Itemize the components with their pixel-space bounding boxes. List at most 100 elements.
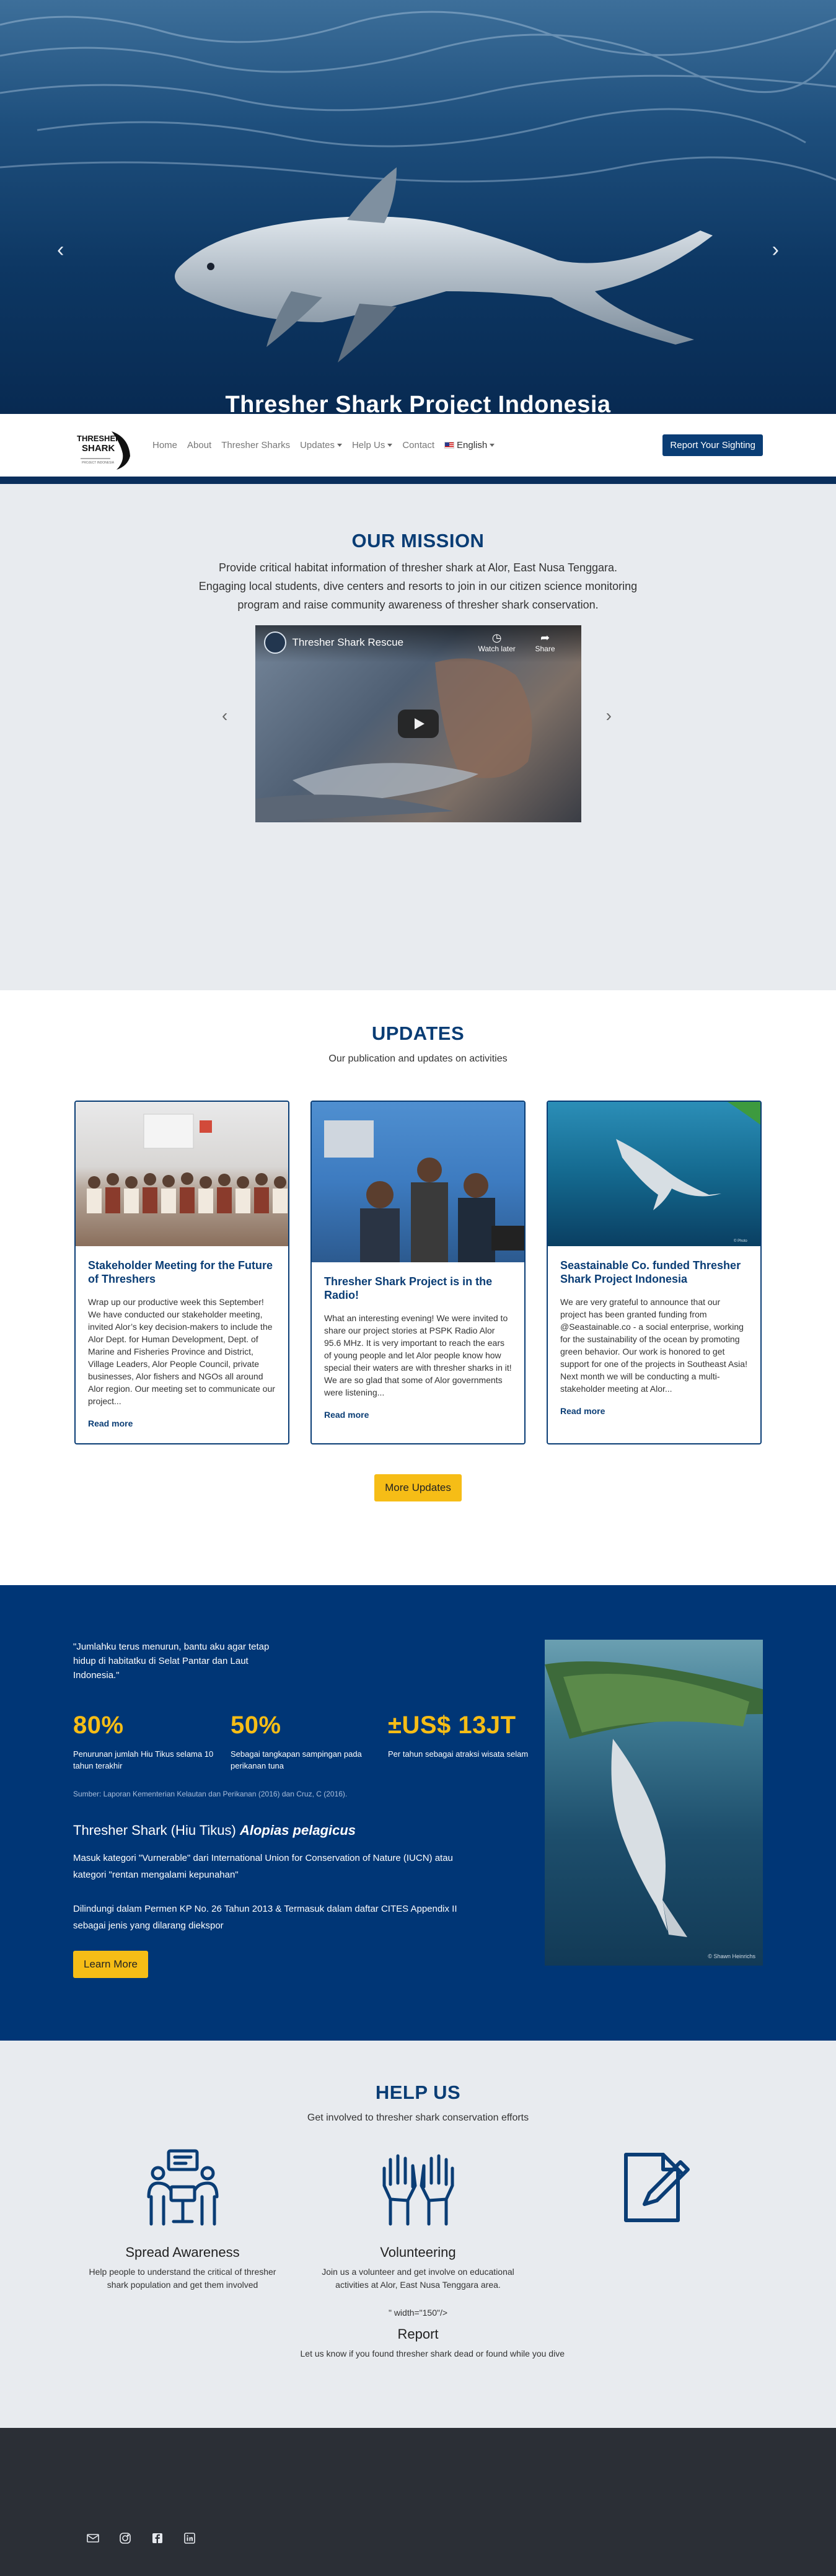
- stat-description: Penurunan jumlah Hiu Tikus selama 10 tah…: [73, 1749, 214, 1770]
- stats-source: Sumber: Laporan Kementerian Kelautan dan…: [73, 1790, 348, 1798]
- update-card-text: We are very grateful to announce that ou…: [560, 1297, 747, 1394]
- help-us-section: HELP US Get involved to thresher shark c…: [0, 2041, 836, 2428]
- more-updates-button[interactable]: More Updates: [374, 1474, 462, 1501]
- update-card: © Photo Seastainable Co. funded Thresher…: [547, 1101, 762, 1444]
- uk-flag-icon: [444, 442, 455, 449]
- mission-prev-arrow-icon[interactable]: ‹: [222, 706, 227, 726]
- instagram-icon[interactable]: [119, 2532, 131, 2544]
- stat-item: 80% Penurunan jumlah Hiu Tikus selama 10…: [73, 1712, 216, 1772]
- mission-text: Provide critical habitat information of …: [198, 561, 638, 611]
- language-label: English: [457, 440, 488, 451]
- read-more-link[interactable]: Read more: [324, 1410, 369, 1420]
- stakeholder-meeting-photo: [76, 1102, 288, 1246]
- updates-section: UPDATES Our publication and updates on a…: [0, 990, 836, 1585]
- update-card: Thresher Shark Project is in the Radio! …: [310, 1101, 526, 1444]
- nav-contact-label: Contact: [402, 440, 435, 451]
- hero-prev-arrow-icon[interactable]: ‹: [57, 238, 64, 262]
- site-footer: [0, 2428, 836, 2576]
- help-item-report[interactable]: [536, 2147, 772, 2358]
- main-navbar: THRESHER SHARK PROJECT INDONESIA Home Ab…: [0, 414, 836, 487]
- radio-studio-photo: [312, 1102, 524, 1262]
- help-item-title: Report: [397, 2326, 439, 2342]
- nav-help-us-dropdown[interactable]: Help Us: [347, 435, 397, 455]
- hero-next-arrow-icon[interactable]: ›: [772, 238, 779, 262]
- underwater-shark-photo: © Photo: [548, 1102, 760, 1246]
- photo-credit: © Shawn Heinrichs: [708, 1953, 755, 1959]
- nav-updates-dropdown[interactable]: Updates: [295, 435, 347, 455]
- hero-carousel: ‹ › Thresher Shark Project Indonesia: [0, 0, 836, 414]
- watch-later-button[interactable]: ◷ Watch later: [478, 631, 516, 653]
- update-card-text: Wrap up our productive week this Septemb…: [88, 1297, 275, 1406]
- raised-hands-icon: [382, 2154, 454, 2226]
- stat-item: ±US$ 13JT Per tahun sebagai atraksi wisa…: [388, 1712, 530, 1760]
- shark-quote: "Jumlahku terus menurun, bantu aku agar …: [73, 1642, 270, 1681]
- help-title: HELP US: [375, 2081, 461, 2103]
- update-card-text: What an interesting evening! We were inv…: [324, 1313, 512, 1397]
- presentation-icon: [147, 2149, 218, 2226]
- site-logo[interactable]: THRESHER SHARK PROJECT INDONESIA: [73, 419, 135, 472]
- help-item-title: Volunteering: [380, 2244, 456, 2260]
- share-icon: ➦: [540, 631, 550, 644]
- report-pen-icon: [623, 2153, 690, 2222]
- share-button[interactable]: ➦ Share: [535, 631, 555, 653]
- video-title[interactable]: Thresher Shark Rescue: [293, 636, 404, 649]
- protection-status: Dilindungi dalam Permen KP No. 26 Tahun …: [73, 1904, 457, 1931]
- svg-text:© Photo: © Photo: [734, 1239, 747, 1243]
- stat-description: Sebagai tangkapan sampingan pada perikan…: [231, 1749, 362, 1770]
- iucn-status: Masuk kategori "Vurnerable" dari Interna…: [73, 1853, 453, 1880]
- report-sighting-button[interactable]: Report Your Sighting: [662, 434, 763, 456]
- help-subtitle: Get involved to thresher shark conservat…: [307, 2112, 529, 2123]
- help-item-desc: Help people to understand the critical o…: [89, 2267, 276, 2290]
- svg-text:PROJECT INDONESIA: PROJECT INDONESIA: [82, 461, 115, 465]
- help-item-spread-awareness[interactable]: Spread Awareness Help people to understa…: [65, 2147, 301, 2358]
- nav-home[interactable]: Home: [147, 435, 182, 455]
- watch-later-label: Watch later: [478, 644, 516, 653]
- update-card-title[interactable]: Stakeholder Meeting for the Future of Th…: [88, 1259, 276, 1286]
- share-label: Share: [535, 644, 555, 653]
- stat-number: 50%: [231, 1712, 281, 1739]
- language-dropdown[interactable]: English: [439, 435, 499, 455]
- help-item-desc: Let us know if you found thresher shark …: [300, 2349, 565, 2358]
- caret-down-icon: [387, 444, 393, 447]
- update-card-title[interactable]: Seastainable Co. funded Thresher Shark P…: [560, 1259, 748, 1286]
- linkedin-icon[interactable]: [183, 2532, 196, 2544]
- stats-section: "Jumlahku terus menurun, bantu aku agar …: [0, 1585, 836, 2041]
- nav-contact[interactable]: Contact: [397, 435, 439, 455]
- facebook-icon[interactable]: [151, 2532, 164, 2544]
- nav-home-label: Home: [152, 440, 178, 451]
- nav-about[interactable]: About: [182, 435, 216, 455]
- clock-icon: ◷: [491, 631, 502, 644]
- species-common-name: Thresher Shark (Hiu Tikus): [73, 1822, 236, 1838]
- updates-title: UPDATES: [371, 1022, 465, 1044]
- svg-text:SHARK: SHARK: [82, 443, 115, 454]
- updates-subtitle: Our publication and updates on activitie…: [328, 1053, 508, 1064]
- nav-thresher-sharks[interactable]: Thresher Sharks: [216, 435, 295, 455]
- caret-down-icon: [490, 444, 495, 447]
- stray-markup-text: " width="150"/>: [388, 2308, 448, 2318]
- mission-next-arrow-icon[interactable]: ›: [606, 706, 612, 726]
- help-item-volunteering[interactable]: Volunteering Join us a volunteer and get…: [300, 2147, 565, 2358]
- stat-number: ±US$ 13JT: [388, 1712, 516, 1739]
- help-item-title: Spread Awareness: [125, 2244, 240, 2260]
- read-more-link[interactable]: Read more: [88, 1418, 133, 1428]
- hero-title: Thresher Shark Project Indonesia: [225, 392, 611, 414]
- mission-title: OUR MISSION: [351, 530, 485, 552]
- stat-number: 80%: [73, 1712, 124, 1739]
- mail-icon[interactable]: [87, 2532, 99, 2544]
- update-card: Stakeholder Meeting for the Future of Th…: [74, 1101, 289, 1444]
- update-cards: Stakeholder Meeting for the Future of Th…: [0, 1101, 836, 1444]
- channel-avatar[interactable]: [263, 631, 286, 654]
- video-player[interactable]: Thresher Shark Rescue ◷ Watch later ➦ Shar…: [255, 625, 581, 822]
- nav-updates-label: Updates: [300, 440, 335, 451]
- nav-help-us-label: Help Us: [351, 440, 385, 451]
- update-card-title[interactable]: Thresher Shark Project is in the Radio!: [324, 1275, 512, 1302]
- read-more-link[interactable]: Read more: [560, 1406, 605, 1416]
- help-items: Spread Awareness Help people to understa…: [0, 2147, 836, 2358]
- species-heading: Thresher Shark (Hiu Tikus) Alopias pelag…: [73, 1822, 356, 1839]
- help-item-desc: Join us a volunteer and get involve on e…: [322, 2267, 514, 2290]
- stat-description: Per tahun sebagai atraksi wisata selam: [388, 1749, 529, 1759]
- caret-down-icon: [337, 444, 342, 447]
- play-button-icon[interactable]: [397, 710, 439, 738]
- nav-thresher-sharks-label: Thresher Sharks: [221, 440, 291, 451]
- learn-more-button[interactable]: Learn More: [73, 1951, 148, 1978]
